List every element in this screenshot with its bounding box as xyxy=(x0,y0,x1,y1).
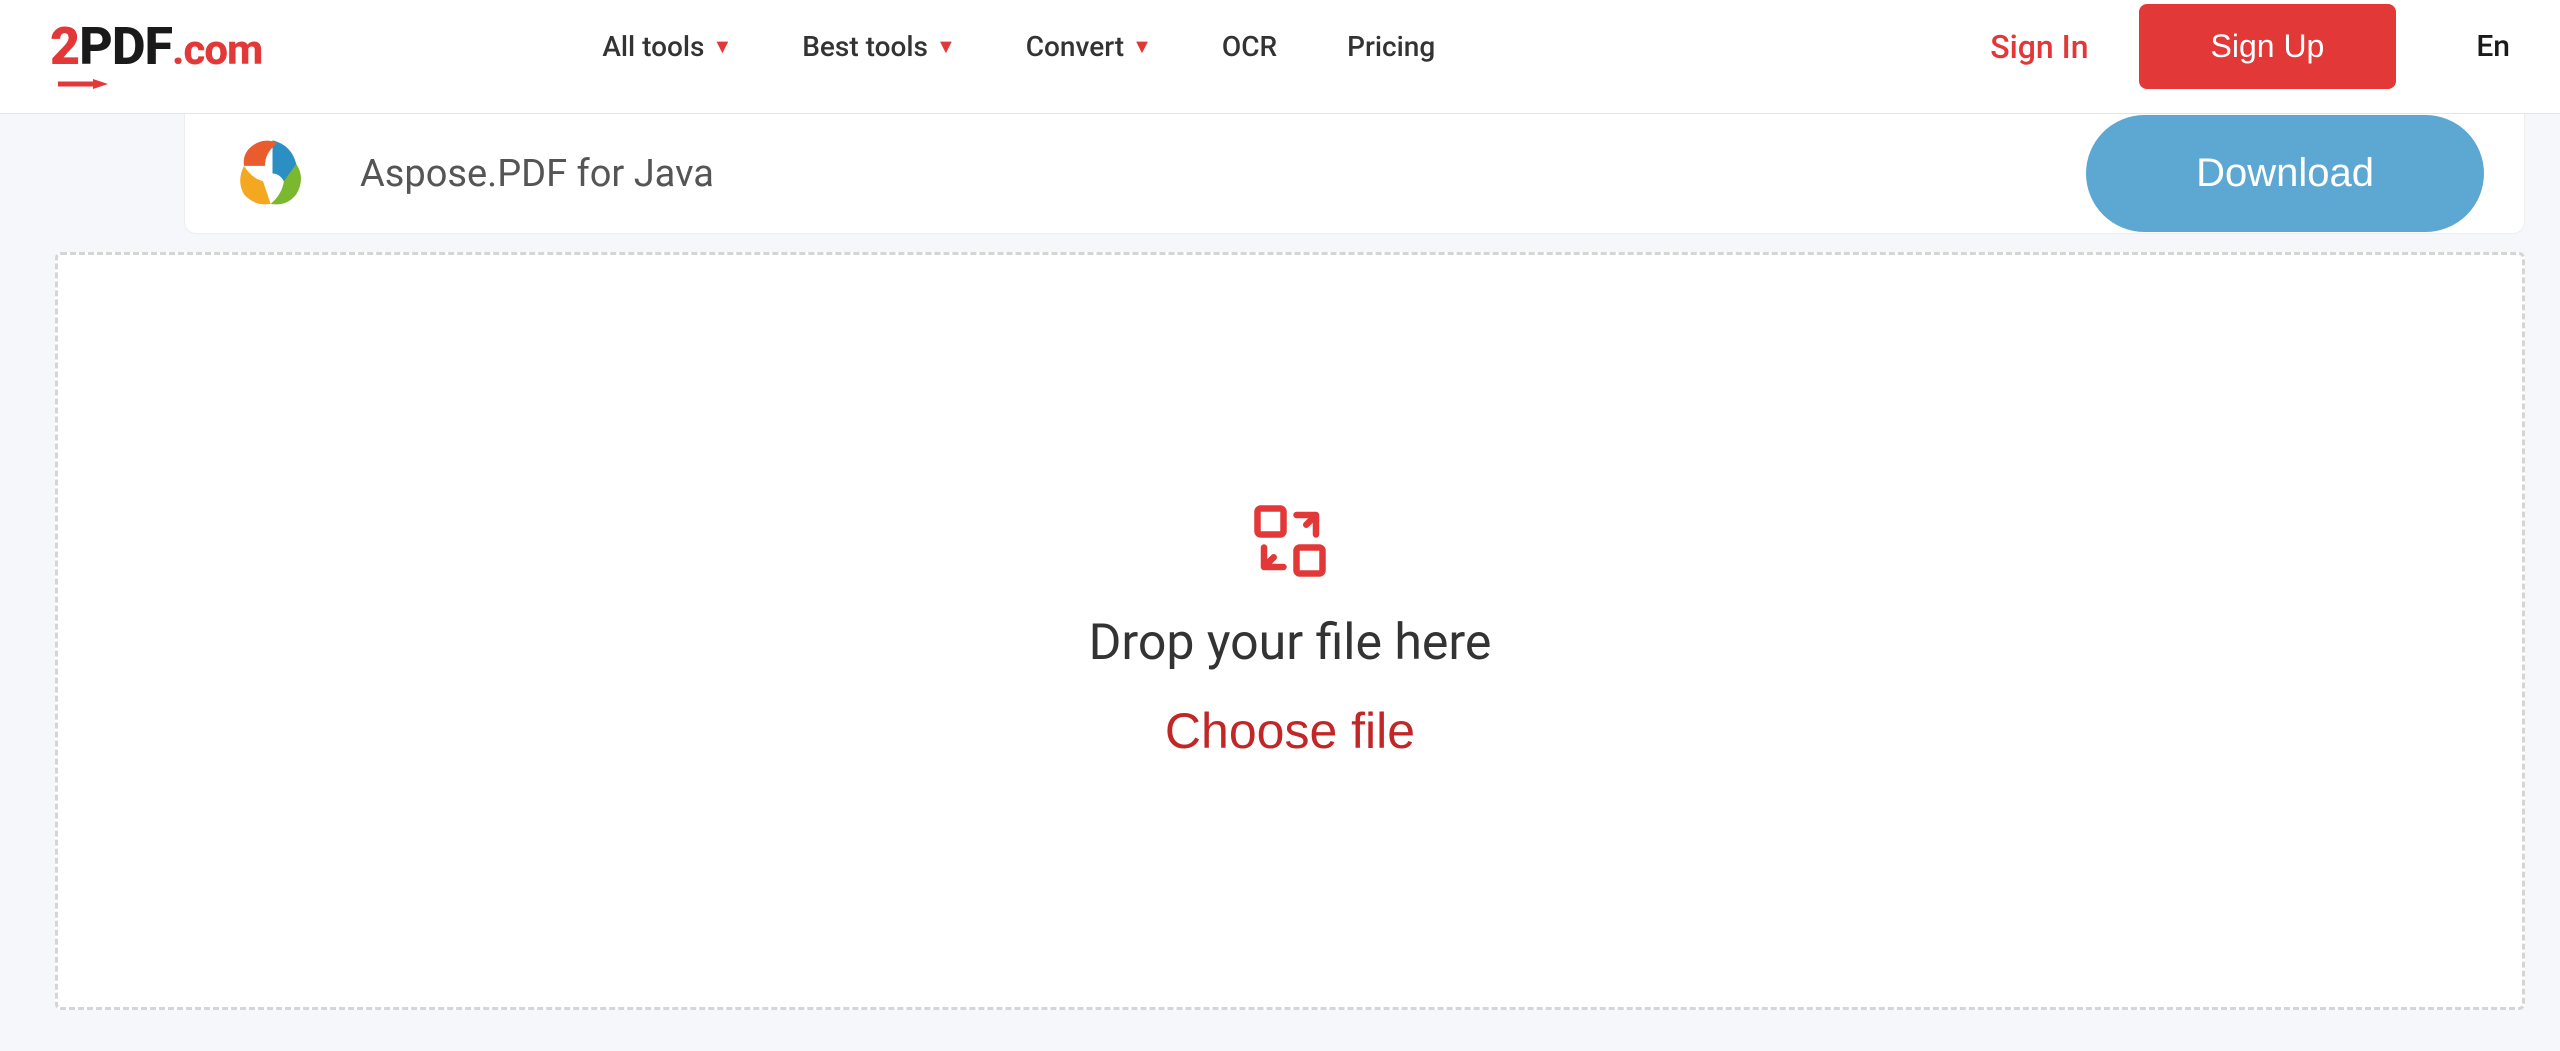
header: 2 PDF .com All tools ▼ Best tools ▼ Conv… xyxy=(0,0,2560,114)
chevron-down-icon: ▼ xyxy=(936,34,956,59)
banner-title: Aspose.PDF for Java xyxy=(360,152,714,196)
nav-ocr-label: OCR xyxy=(1222,30,1277,63)
chevron-down-icon: ▼ xyxy=(1132,34,1152,59)
aspose-logo-icon xyxy=(225,126,320,221)
signin-link[interactable]: Sign In xyxy=(1990,28,2088,66)
aspose-banner: Aspose.PDF for Java Download xyxy=(184,114,2525,234)
auth-section: Sign In Sign Up En xyxy=(1990,4,2510,89)
nav-best-tools[interactable]: Best tools ▼ xyxy=(802,30,956,63)
nav-all-tools-label: All tools xyxy=(602,30,704,63)
transform-icon xyxy=(1251,502,1329,584)
nav-all-tools[interactable]: All tools ▼ xyxy=(602,30,732,63)
file-dropzone[interactable]: Drop your file here Choose file xyxy=(55,252,2525,1010)
logo-com: .com xyxy=(172,26,262,75)
logo[interactable]: 2 PDF .com xyxy=(50,16,262,77)
signup-button[interactable]: Sign Up xyxy=(2139,4,2397,89)
nav-convert[interactable]: Convert ▼ xyxy=(1026,30,1152,63)
nav-best-tools-label: Best tools xyxy=(802,30,928,63)
download-button[interactable]: Download xyxy=(2086,115,2484,232)
nav-pricing-label: Pricing xyxy=(1347,30,1435,63)
language-selector[interactable]: En xyxy=(2476,29,2510,64)
nav-ocr[interactable]: OCR xyxy=(1222,30,1277,63)
nav-pricing[interactable]: Pricing xyxy=(1347,30,1435,63)
choose-file-button[interactable]: Choose file xyxy=(1165,702,1415,760)
chevron-down-icon: ▼ xyxy=(712,34,732,59)
logo-number: 2 xyxy=(50,16,79,77)
main-nav: All tools ▼ Best tools ▼ Convert ▼ OCR P… xyxy=(602,30,1435,63)
logo-pdf: PDF xyxy=(79,16,172,77)
nav-convert-label: Convert xyxy=(1026,30,1124,63)
drop-text: Drop your file here xyxy=(1089,614,1492,672)
